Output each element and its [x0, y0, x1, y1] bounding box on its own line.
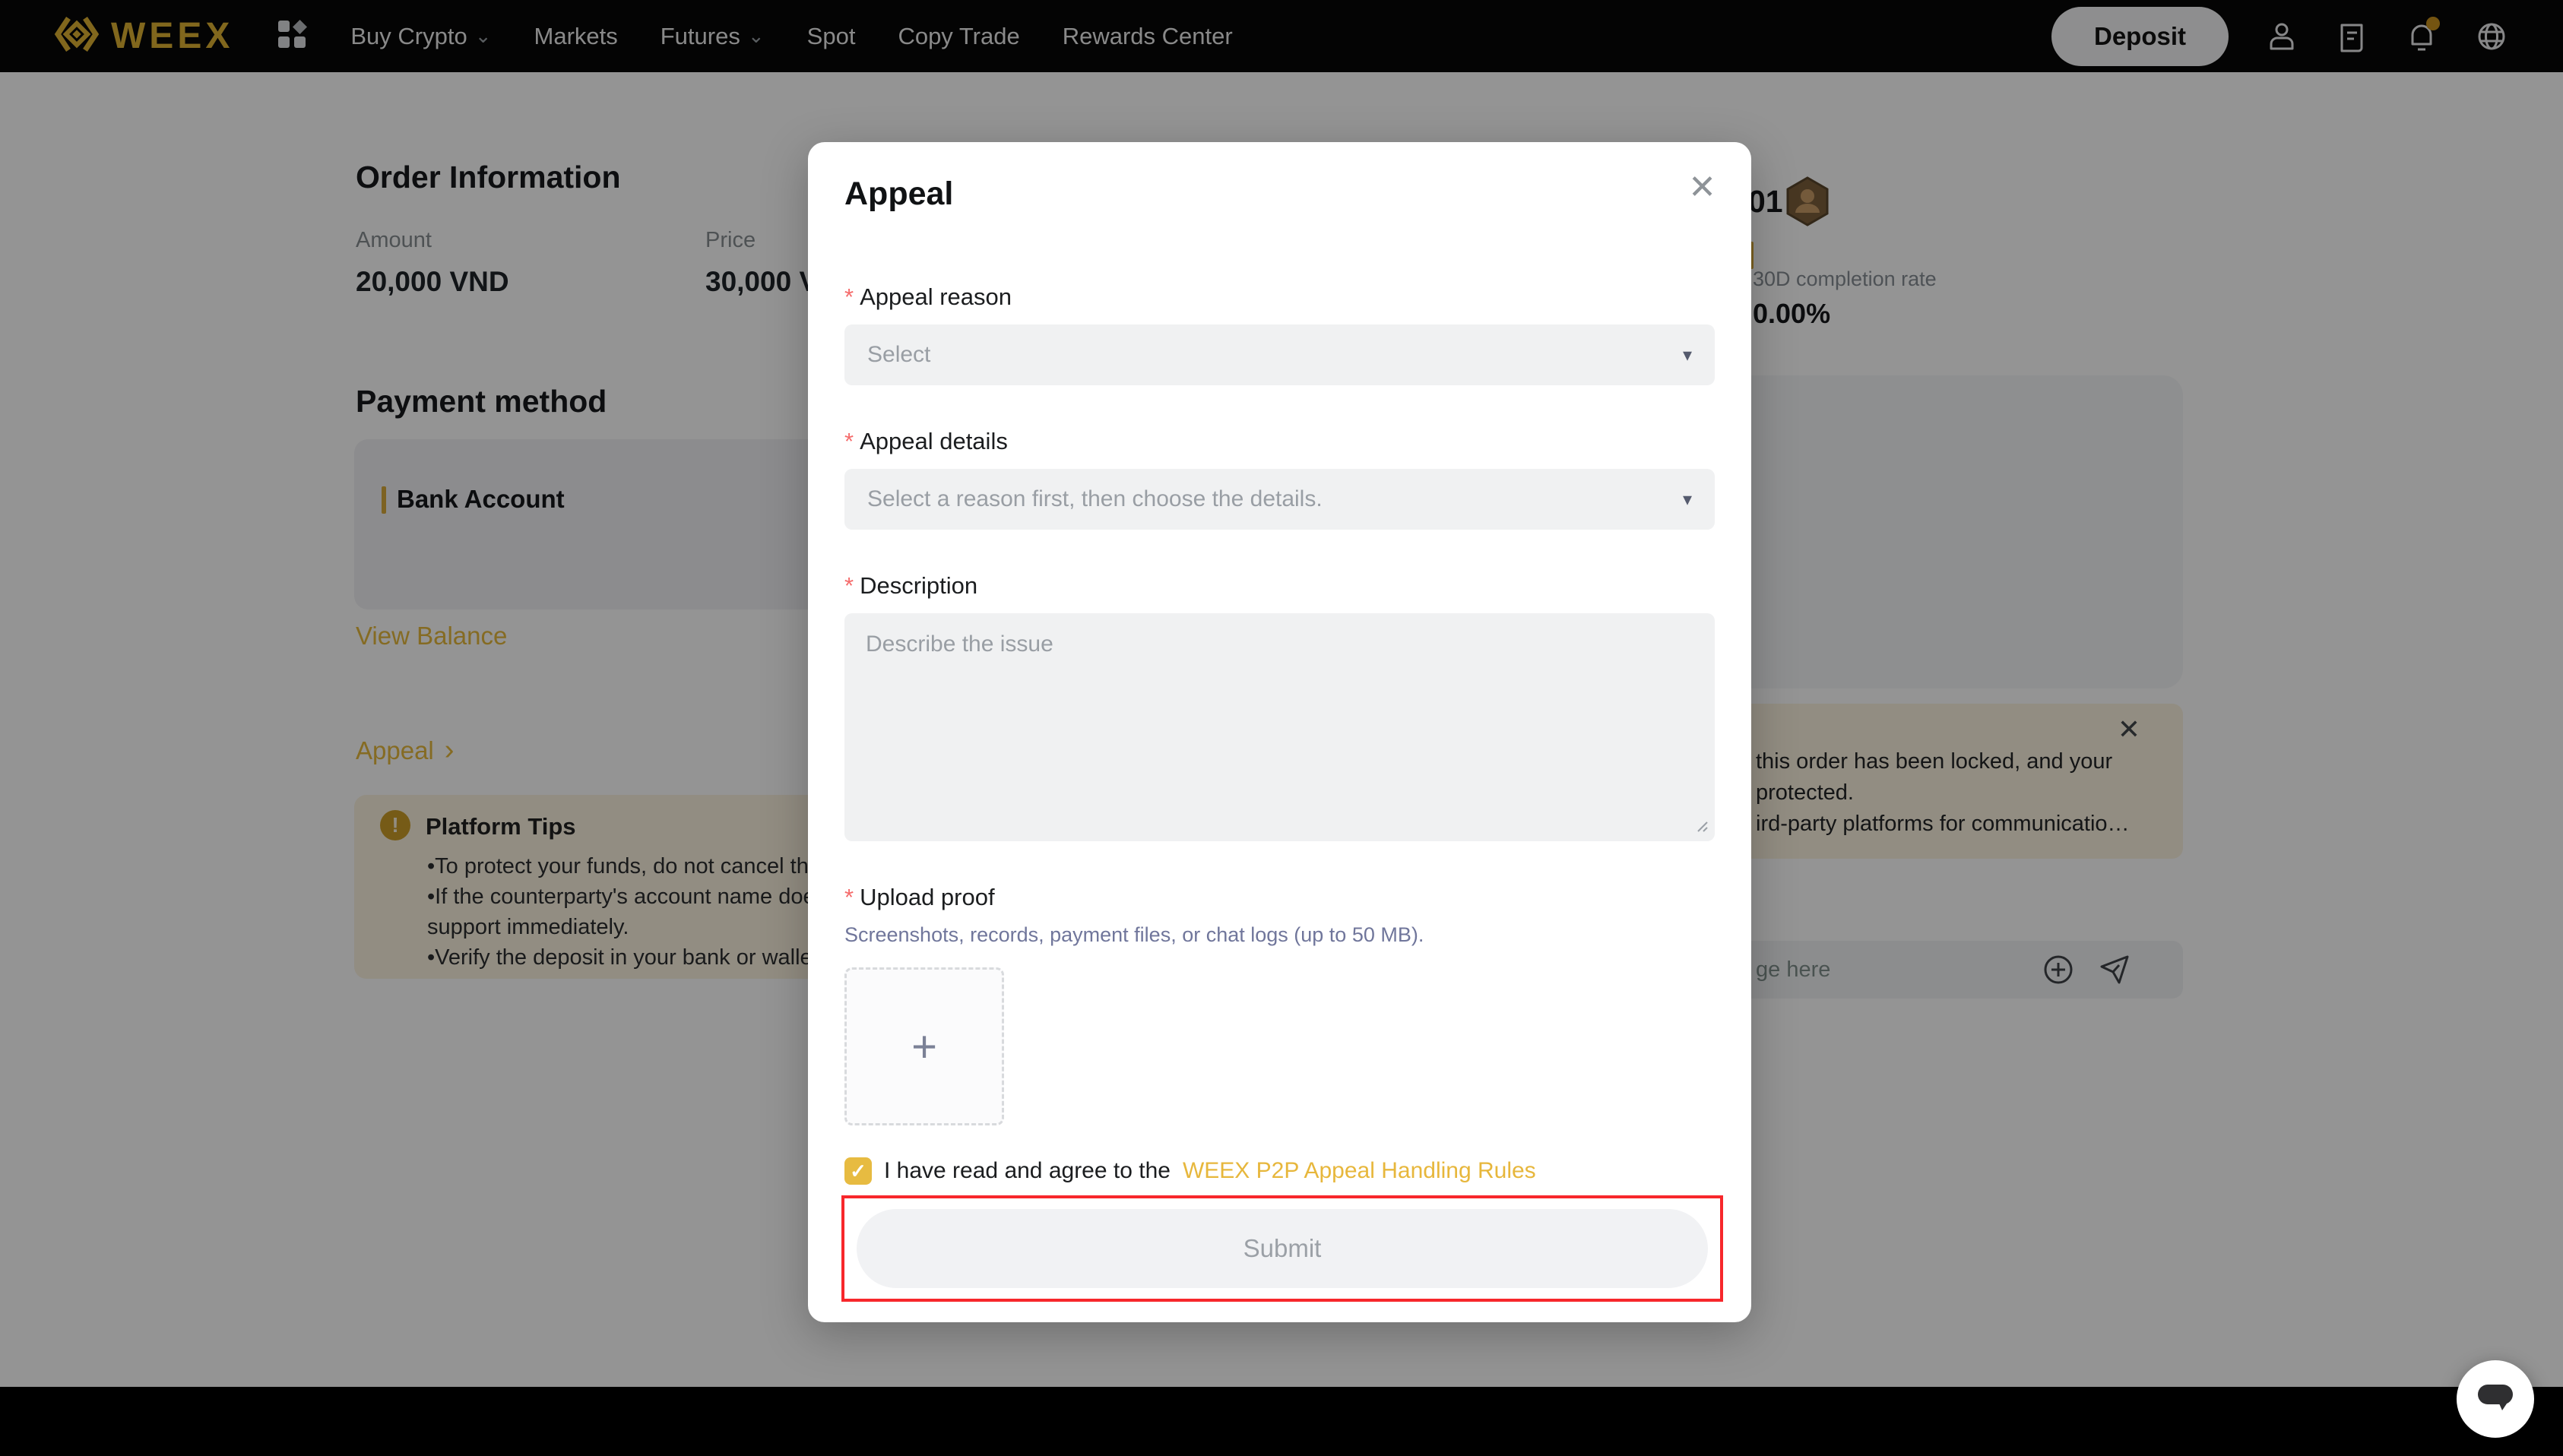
appeal-rules-link[interactable]: WEEX P2P Appeal Handling Rules [1183, 1158, 1536, 1184]
agreement-row: ✓ I have read and agree to the WEEX P2P … [844, 1157, 1536, 1185]
appeal-details-label: * Appeal details [844, 428, 1008, 455]
description-textarea[interactable]: Describe the issue [844, 613, 1715, 841]
caret-down-icon: ▾ [1683, 344, 1692, 366]
close-icon[interactable]: ✕ [1688, 171, 1716, 204]
appeal-reason-select[interactable]: Select ▾ [844, 324, 1715, 385]
required-asterisk: * [844, 428, 854, 455]
check-icon: ✓ [850, 1160, 866, 1183]
required-asterisk: * [844, 884, 854, 911]
plus-icon: + [911, 1021, 937, 1072]
chat-bubble-icon [2473, 1378, 2517, 1420]
upload-dropzone[interactable]: + [844, 967, 1004, 1125]
required-asterisk: * [844, 572, 854, 600]
agreement-checkbox[interactable]: ✓ [844, 1157, 872, 1185]
appeal-details-select[interactable]: Select a reason first, then choose the d… [844, 469, 1715, 530]
required-asterisk: * [844, 283, 854, 311]
resize-handle-icon[interactable] [1692, 816, 1709, 837]
weex-p2p-order-page: WEEX Buy Crypto ⌄ Markets Futures ⌄ [0, 0, 2563, 1456]
submit-button[interactable]: Submit [857, 1209, 1708, 1288]
select-placeholder: Select a reason first, then choose the d… [867, 486, 1683, 512]
upload-hint: Screenshots, records, payment files, or … [844, 923, 1424, 947]
annotation-red-box: Submit [841, 1195, 1723, 1302]
caret-down-icon: ▾ [1683, 489, 1692, 511]
modal-title: Appeal [844, 176, 953, 213]
support-chat-fab[interactable] [2457, 1360, 2534, 1438]
textarea-placeholder: Describe the issue [866, 631, 1053, 657]
appeal-reason-label: * Appeal reason [844, 283, 1012, 311]
upload-proof-label: * Upload proof [844, 884, 995, 911]
description-label: * Description [844, 572, 977, 600]
appeal-modal: Appeal ✕ * Appeal reason Select ▾ * Appe… [808, 142, 1751, 1322]
select-placeholder: Select [867, 342, 1683, 368]
agreement-text: I have read and agree to the [884, 1158, 1171, 1184]
